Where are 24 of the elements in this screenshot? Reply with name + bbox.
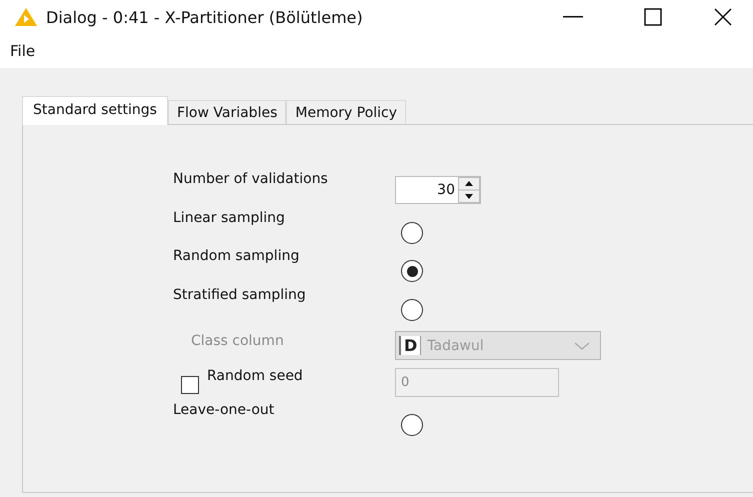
option-label: Random sampling: [173, 248, 300, 264]
radio-button[interactable]: [401, 260, 423, 282]
tab[interactable]: Standard settings: [22, 96, 168, 125]
option-label: Leave-one-out: [173, 402, 276, 418]
checkbox-label: Random seed: [207, 368, 303, 384]
field-label: Number of validations: [173, 171, 329, 187]
chevron-down-icon: [574, 340, 590, 350]
option-label: Linear sampling: [173, 210, 286, 226]
number-spinner[interactable]: 30: [395, 176, 481, 204]
checkbox[interactable]: [181, 376, 199, 394]
maximize-icon[interactable]: [644, 8, 662, 26]
field-label: Class column: [190, 332, 285, 349]
spinner-arrows-icon[interactable]: [458, 177, 480, 204]
warning-triangle-icon: [14, 7, 38, 27]
close-icon[interactable]: [714, 8, 732, 26]
radio-button[interactable]: [401, 414, 423, 436]
radio-button[interactable]: [401, 298, 423, 320]
tab[interactable]: Memory Policy: [286, 100, 406, 124]
option-label: Stratified sampling: [173, 286, 307, 302]
minimize-icon[interactable]: [563, 16, 583, 18]
tab[interactable]: Flow Variables: [168, 100, 286, 124]
radio-button[interactable]: [401, 222, 423, 244]
window-title: Dialog - 0:41 - X-Partitioner (Bölütleme): [46, 8, 364, 26]
menu-item[interactable]: File: [10, 42, 36, 60]
